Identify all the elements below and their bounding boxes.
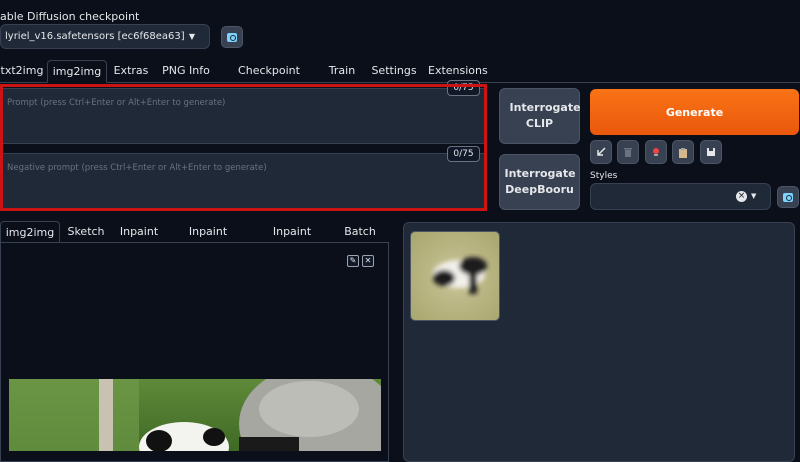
tab-txt2img[interactable]: txt2img bbox=[0, 60, 44, 82]
img2img-mode-tabs: img2img Sketch Inpaint Inpaint sketch In… bbox=[0, 221, 390, 260]
tab-train[interactable]: Train bbox=[324, 60, 360, 82]
checkpoint-label: able Diffusion checkpoint bbox=[0, 10, 140, 23]
generate-label: Generate bbox=[665, 105, 724, 119]
save-icon bbox=[707, 148, 715, 156]
tab-checkpoint-merger[interactable]: Checkpoint Merger bbox=[220, 60, 318, 99]
subtab-inpaint-sketch[interactable]: Inpaint sketch bbox=[170, 221, 246, 260]
styles-dropdown[interactable]: × ▼ bbox=[590, 183, 771, 210]
panda-input-image bbox=[9, 379, 381, 451]
subtab-img2img[interactable]: img2img bbox=[0, 221, 60, 243]
chevron-down-icon: ▼ bbox=[751, 192, 757, 200]
tab-extras[interactable]: Extras bbox=[110, 60, 152, 82]
refresh-checkpoint-button[interactable] bbox=[221, 26, 243, 48]
refresh-icon bbox=[783, 192, 793, 202]
interrogate-deepbooru-button[interactable]: Interrogate DeepBooru bbox=[499, 154, 580, 210]
panda-output-image bbox=[411, 232, 499, 320]
show-extra-networks-button[interactable] bbox=[645, 140, 667, 164]
checkpoint-value: lyriel_v16.safetensors [ec6f68ea63] bbox=[5, 31, 185, 42]
tab-png-info[interactable]: PNG Info bbox=[158, 60, 214, 82]
output-thumbnail[interactable] bbox=[410, 231, 500, 321]
clipboard-icon bbox=[679, 147, 687, 158]
refresh-styles-button[interactable] bbox=[777, 186, 799, 208]
apply-style-button[interactable] bbox=[590, 140, 612, 164]
refresh-icon bbox=[227, 32, 237, 42]
image-input-panel[interactable]: ✎ ✕ bbox=[0, 242, 389, 462]
checkpoint-dropdown[interactable]: lyriel_v16.safetensors [ec6f68ea63] ▼ bbox=[0, 24, 210, 49]
red-dot-icon bbox=[653, 148, 659, 156]
tab-settings[interactable]: Settings bbox=[368, 60, 420, 82]
subtab-inpaint[interactable]: Inpaint bbox=[116, 221, 162, 243]
main-tabs: txt2img img2img Extras PNG Info Checkpoi… bbox=[0, 60, 800, 99]
tab-bar-divider bbox=[0, 82, 800, 83]
chevron-down-icon: ▼ bbox=[188, 32, 195, 41]
clear-prompt-button[interactable] bbox=[617, 140, 639, 164]
paste-button[interactable] bbox=[672, 140, 694, 164]
generate-button[interactable]: Generate bbox=[590, 89, 799, 135]
save-style-button[interactable] bbox=[700, 140, 722, 164]
close-icon[interactable]: × bbox=[736, 191, 747, 202]
tab-img2img[interactable]: img2img bbox=[47, 60, 107, 83]
subtab-inpaint-upload[interactable]: Inpaint upload bbox=[254, 221, 330, 260]
subtab-batch[interactable]: Batch bbox=[338, 221, 382, 243]
styles-label: Styles bbox=[590, 171, 618, 181]
trash-icon bbox=[624, 147, 632, 157]
interrogate-clip-button[interactable]: Interrogate CLIP bbox=[499, 88, 581, 144]
close-icon[interactable]: ✕ bbox=[362, 255, 374, 267]
arrow-down-left-icon bbox=[597, 147, 606, 156]
tab-extensions[interactable]: Extensions bbox=[428, 60, 488, 82]
highlight-frame bbox=[0, 84, 487, 211]
subtab-sketch[interactable]: Sketch bbox=[64, 221, 108, 243]
interrogate-clip-label: Interrogate CLIP bbox=[509, 101, 581, 130]
pencil-icon[interactable]: ✎ bbox=[347, 255, 359, 267]
interrogate-deepbooru-label: Interrogate DeepBooru bbox=[504, 167, 576, 196]
